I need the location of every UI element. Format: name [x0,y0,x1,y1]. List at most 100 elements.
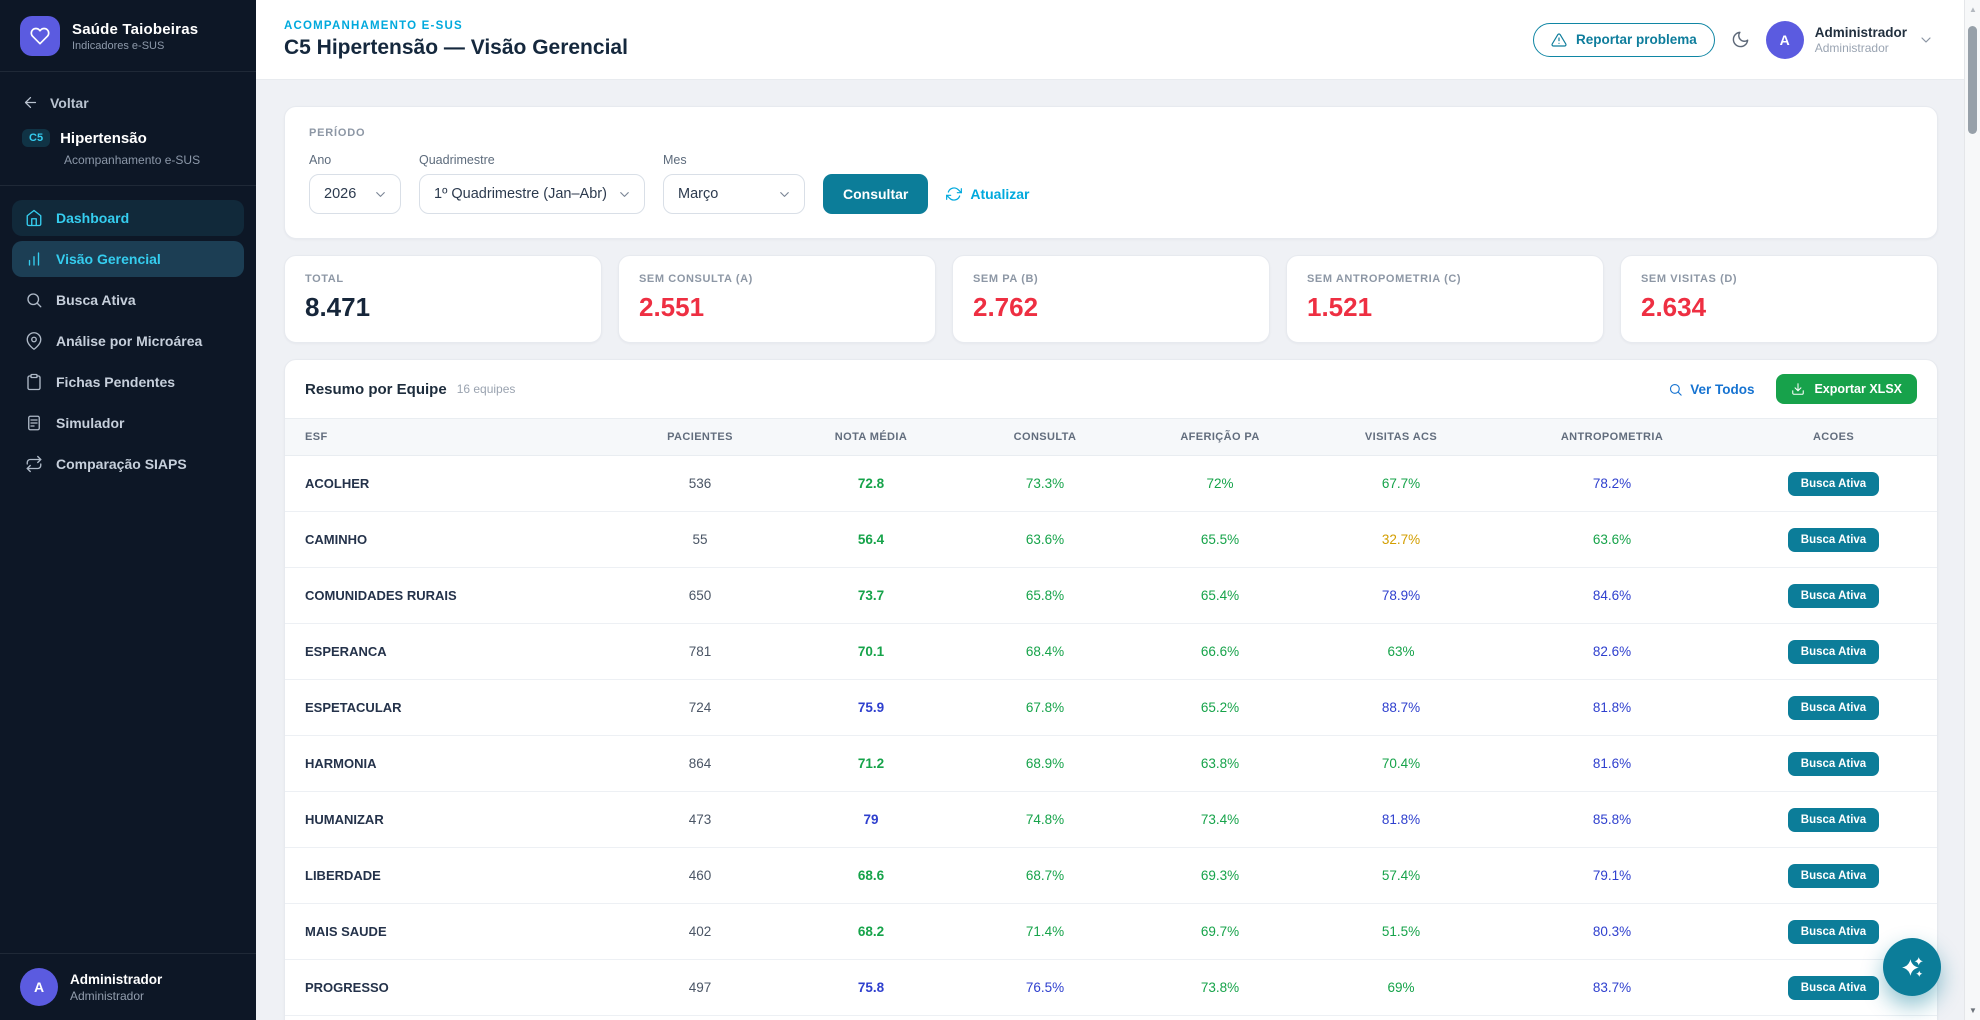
sidebar-menu: Dashboard Visão Gerencial Busca Ativa An… [0,186,256,496]
dark-mode-toggle[interactable] [1731,30,1750,49]
consulta-value: 68.9% [957,736,1133,792]
select-ano[interactable]: 2026 [309,174,401,214]
antropometria-value: 84.6% [1495,568,1729,624]
report-problem-button[interactable]: Reportar problema [1533,23,1715,57]
busca-ativa-button[interactable]: Busca Ativa [1788,752,1879,776]
busca-ativa-button[interactable]: Busca Ativa [1788,808,1879,832]
back-button[interactable]: Voltar [0,72,256,117]
antropometria-value: 85.8% [1495,792,1729,848]
sidebar-item-busca-ativa[interactable]: Busca Ativa [12,282,244,318]
ai-assistant-button[interactable] [1883,938,1941,996]
consulta-value: 76.5% [957,960,1133,1016]
arrow-left-icon [22,94,39,111]
visitas-acs-value: 51.5% [1307,904,1495,960]
antropometria-value: 81.8% [1495,680,1729,736]
scrollbar-thumb[interactable] [1968,26,1977,134]
esf-name: RENASCER [285,1016,615,1020]
table-row: ACOLHER 536 72.8 73.3% 72% 67.7% 78.2% B… [285,456,1938,512]
brand-subtitle: Indicadores e-SUS [72,40,198,52]
scroll-up-arrow[interactable]: ▲ [1965,5,1980,14]
pacientes-value: 536 [615,456,785,512]
search-icon [1668,382,1683,397]
esf-name: MAIS SAUDE [285,904,615,960]
pacientes-value: 864 [615,736,785,792]
panel-label: PERÍODO [309,127,1913,139]
visitas-acs-value: 69% [1307,960,1495,1016]
visitas-acs-value: 81.8% [1307,792,1495,848]
visitas-acs-value: 62.3% [1307,1016,1495,1020]
sidebar-item-comparacao-siaps[interactable]: Comparação SIAPS [12,446,244,482]
select-quadrimestre[interactable]: 1º Quadrimestre (Jan–Abr) [419,174,645,214]
esf-name: COMUNIDADES RURAIS [285,568,615,624]
antropometria-value: 63.6% [1495,512,1729,568]
pacientes-value: 899 [615,1016,785,1020]
busca-ativa-button[interactable]: Busca Ativa [1788,920,1879,944]
col-antropometria: ANTROPOMETRIA [1495,419,1729,456]
table-row: HUMANIZAR 473 79 74.8% 73.4% 81.8% 85.8%… [285,792,1938,848]
sidebar-item-visao-gerencial[interactable]: Visão Gerencial [12,241,244,277]
chevron-down-icon [1918,32,1934,48]
consulta-value: 68.7% [957,848,1133,904]
busca-ativa-button[interactable]: Busca Ativa [1788,696,1879,720]
table-row: LIBERDADE 460 68.6 68.7% 69.3% 57.4% 79.… [285,848,1938,904]
brand: Saúde Taiobeiras Indicadores e-SUS [0,0,256,72]
user-name: Administrador [1815,25,1907,40]
busca-ativa-button[interactable]: Busca Ativa [1788,584,1879,608]
nota-media-value: 68.2 [785,904,957,960]
sidebar-item-dashboard[interactable]: Dashboard [12,200,244,236]
stat-card-total: TOTAL 8.471 [284,255,602,343]
home-icon [25,209,43,227]
refresh-link[interactable]: Atualizar [946,174,1029,214]
busca-ativa-button[interactable]: Busca Ativa [1788,976,1879,1000]
ver-todos-link[interactable]: Ver Todos [1668,382,1754,397]
nota-media-value: 73.7 [785,568,957,624]
sidebar-item-fichas-pendentes[interactable]: Fichas Pendentes [12,364,244,400]
esf-name: ESPERANCA [285,624,615,680]
afericao-pa-value: 69.7% [1133,904,1307,960]
sidebar-item-analise-por-microarea[interactable]: Análise por Microárea [12,323,244,359]
antropometria-value: 83.7% [1495,960,1729,1016]
afericao-pa-value: 65.5% [1133,512,1307,568]
visitas-acs-value: 78.9% [1307,568,1495,624]
visitas-acs-value: 88.7% [1307,680,1495,736]
consultar-button[interactable]: Consultar [823,174,928,214]
chevron-down-icon [617,187,632,202]
page-scrollbar[interactable]: ▲ ▼ [1964,0,1980,1020]
busca-ativa-button[interactable]: Busca Ativa [1788,864,1879,888]
export-xlsx-button[interactable]: Exportar XLSX [1776,374,1917,404]
col-afericao-pa: AFERIÇÃO PA [1133,419,1307,456]
user-name: Administrador [70,972,162,987]
sidebar-user: A Administrador Administrador [0,953,256,1020]
antropometria-value: 80.3% [1495,904,1729,960]
scroll-down-arrow[interactable]: ▼ [1965,1006,1980,1015]
brand-title: Saúde Taiobeiras [72,21,198,38]
table-row: ESPERANCA 781 70.1 68.4% 66.6% 63% 82.6%… [285,624,1938,680]
sidebar-item-simulador[interactable]: Simulador [12,405,244,441]
swap-icon [25,455,43,473]
user-role: Administrador [70,989,162,1003]
col-acoes: ACOES [1729,419,1938,456]
table-subtitle: 16 equipes [457,382,516,396]
table-body: ACOLHER 536 72.8 73.3% 72% 67.7% 78.2% B… [285,456,1938,1020]
user-menu[interactable]: A Administrador Administrador [1766,21,1934,59]
table-row: RENASCER 899 71.6 71.9% 70% 62.3% 82.3% … [285,1016,1938,1020]
visitas-acs-value: 67.7% [1307,456,1495,512]
chevron-down-icon [777,187,792,202]
esf-name: PROGRESSO [285,960,615,1016]
col-esf: ESF [285,419,615,456]
nota-media-value: 75.8 [785,960,957,1016]
pacientes-value: 55 [615,512,785,568]
afericao-pa-value: 63.8% [1133,736,1307,792]
select-mes[interactable]: Março [663,174,805,214]
consulta-value: 73.3% [957,456,1133,512]
table-row: MAIS SAUDE 402 68.2 71.4% 69.7% 51.5% 80… [285,904,1938,960]
col-visitas-acs: VISITAS ACS [1307,419,1495,456]
afericao-pa-value: 65.4% [1133,568,1307,624]
afericao-pa-value: 66.6% [1133,624,1307,680]
busca-ativa-button[interactable]: Busca Ativa [1788,472,1879,496]
program-badge: C5 [22,129,50,147]
bar-chart-icon [25,250,43,268]
consulta-value: 68.4% [957,624,1133,680]
busca-ativa-button[interactable]: Busca Ativa [1788,528,1879,552]
busca-ativa-button[interactable]: Busca Ativa [1788,640,1879,664]
